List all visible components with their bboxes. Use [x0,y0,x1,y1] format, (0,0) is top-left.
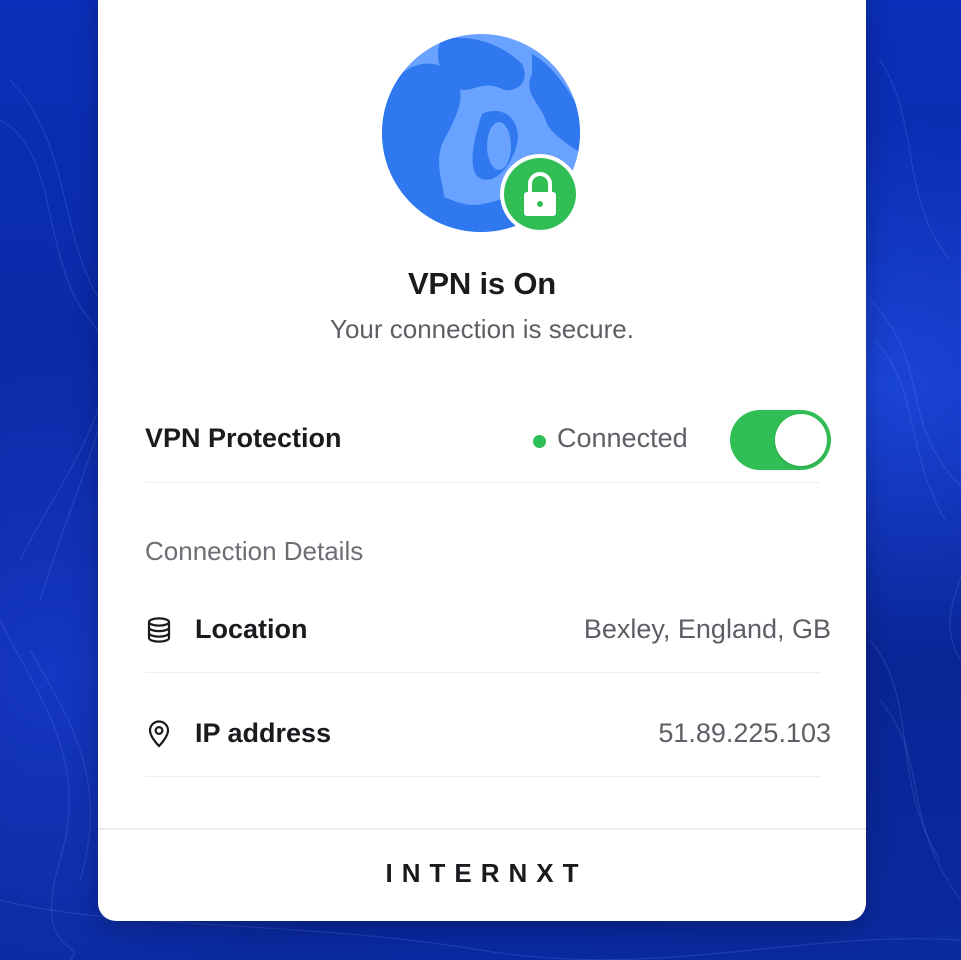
connection-details-heading: Connection Details [145,536,364,566]
vpn-status-subtitle: Your connection is secure. [329,314,634,344]
brand-logo: INTERNXT [385,858,588,888]
globe-icon [382,34,582,234]
location-label: Location [195,614,308,644]
vpn-status-card: VPN is On Your connection is secure. VPN… [98,0,866,921]
map-pin-icon [148,720,170,748]
ip-address-value: 51.89.225.103 [658,718,831,748]
divider [145,672,820,673]
vpn-status-title: VPN is On [407,266,557,301]
connection-state-text: Connected [557,423,688,453]
footer-divider [98,828,866,830]
database-icon [147,617,171,643]
ip-address-label: IP address [195,718,332,748]
divider [145,482,820,483]
location-value: Bexley, England, GB [583,614,831,644]
vpn-protection-toggle[interactable] [730,410,831,470]
divider [145,776,820,777]
connected-status-dot [533,435,546,448]
vpn-protection-label: VPN Protection [145,423,342,453]
toggle-knob[interactable] [775,414,827,466]
